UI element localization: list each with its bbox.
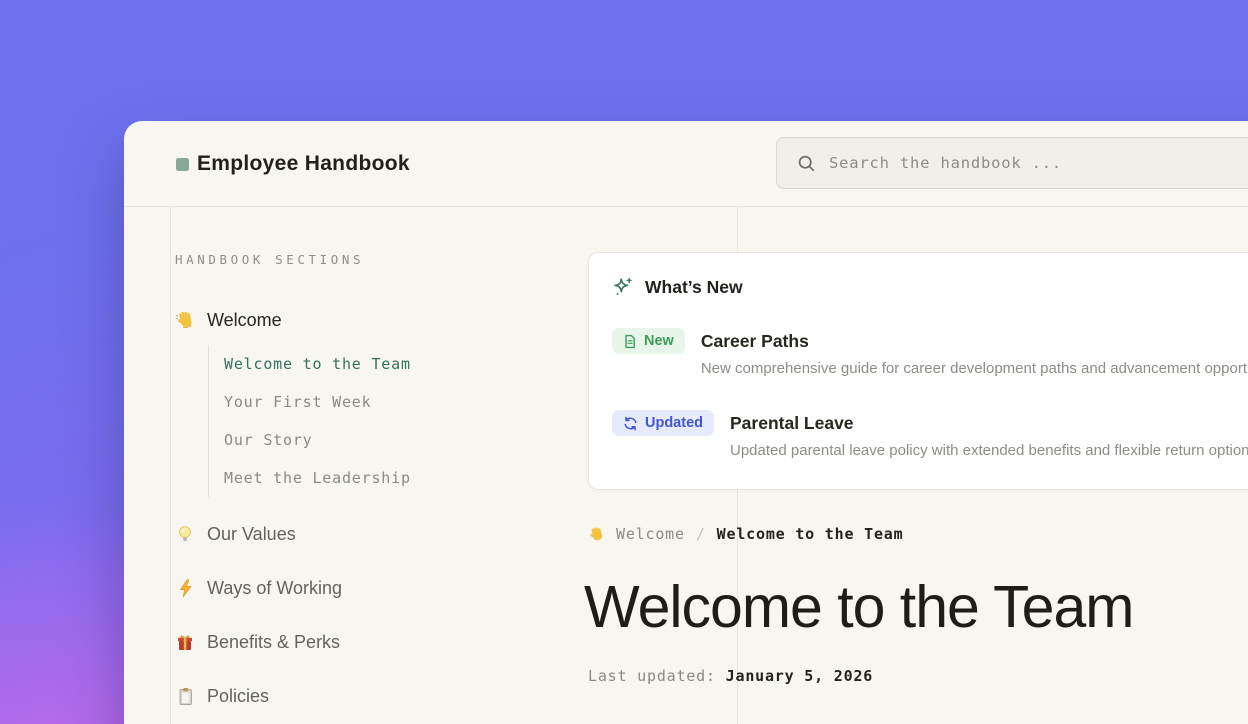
new-badge: New xyxy=(612,328,685,354)
wave-icon xyxy=(588,525,605,543)
sidebar-item-welcome[interactable]: Welcome xyxy=(175,307,282,333)
whats-new-item-title: Parental Leave xyxy=(730,410,1248,436)
subnav-item-welcome-to-the-team[interactable]: Welcome to the Team xyxy=(224,345,411,383)
lightbulb-icon xyxy=(175,525,195,544)
whats-new-item-parental-leave[interactable]: Updated Parental Leave Updated parental … xyxy=(612,410,1248,459)
sparkles-icon xyxy=(612,276,634,298)
gutter-divider xyxy=(170,207,171,724)
subnav-item-meet-the-leadership[interactable]: Meet the Leadership xyxy=(224,459,411,497)
subnav-item-your-first-week[interactable]: Your First Week xyxy=(224,383,411,421)
sidebar-item-label: Our Values xyxy=(207,524,296,545)
clipboard-icon xyxy=(175,687,195,706)
wave-icon xyxy=(175,310,195,330)
whats-new-item-description: New comprehensive guide for career devel… xyxy=(701,360,1248,377)
app-logo xyxy=(176,158,189,171)
whats-new-panel: What’s New New Career Paths New comprehe… xyxy=(588,252,1248,490)
sidebar-item-benefits-perks[interactable]: Benefits & Perks xyxy=(175,629,340,655)
sidebar-section-label: HANDBOOK SECTIONS xyxy=(175,252,364,267)
last-updated: Last updated: January 5, 2026 xyxy=(588,667,873,685)
app-title: Employee Handbook xyxy=(197,121,410,207)
sidebar-item-label: Policies xyxy=(207,686,269,707)
breadcrumb-section[interactable]: Welcome xyxy=(616,525,685,543)
app-header: Employee Handbook xyxy=(124,121,1248,207)
app-window: Employee Handbook HANDBOOK SECTIONS xyxy=(124,121,1248,724)
sidebar-item-label: Benefits & Perks xyxy=(207,632,340,653)
sidebar-item-label: Welcome xyxy=(207,310,282,331)
sidebar-item-policies[interactable]: Policies xyxy=(175,683,269,709)
sidebar-item-ways-of-working[interactable]: Ways of Working xyxy=(175,575,342,601)
search-input[interactable] xyxy=(829,154,1248,172)
lightning-icon xyxy=(175,579,195,598)
whats-new-item-career-paths[interactable]: New Career Paths New comprehensive guide… xyxy=(612,328,1248,377)
last-updated-value: January 5, 2026 xyxy=(726,667,873,685)
refresh-icon xyxy=(623,416,638,431)
updated-badge: Updated xyxy=(612,410,714,436)
gift-icon xyxy=(175,633,195,652)
document-icon xyxy=(623,334,637,349)
breadcrumb-current: Welcome to the Team xyxy=(717,525,904,543)
whats-new-item-title: Career Paths xyxy=(701,328,1248,354)
page-title: Welcome to the Team xyxy=(584,573,1133,641)
subnav-item-our-story[interactable]: Our Story xyxy=(224,421,411,459)
sidebar-item-our-values[interactable]: Our Values xyxy=(175,521,296,547)
whats-new-item-description: Updated parental leave policy with exten… xyxy=(730,442,1248,459)
sidebar-subnav: Welcome to the Team Your First Week Our … xyxy=(208,345,411,497)
search-icon xyxy=(797,154,816,173)
whats-new-title: What’s New xyxy=(645,277,743,298)
breadcrumb: Welcome / Welcome to the Team xyxy=(588,525,903,543)
breadcrumb-separator: / xyxy=(696,525,706,543)
search-box[interactable] xyxy=(776,137,1248,189)
last-updated-label: Last updated: xyxy=(588,667,716,685)
sidebar-item-label: Ways of Working xyxy=(207,578,342,599)
